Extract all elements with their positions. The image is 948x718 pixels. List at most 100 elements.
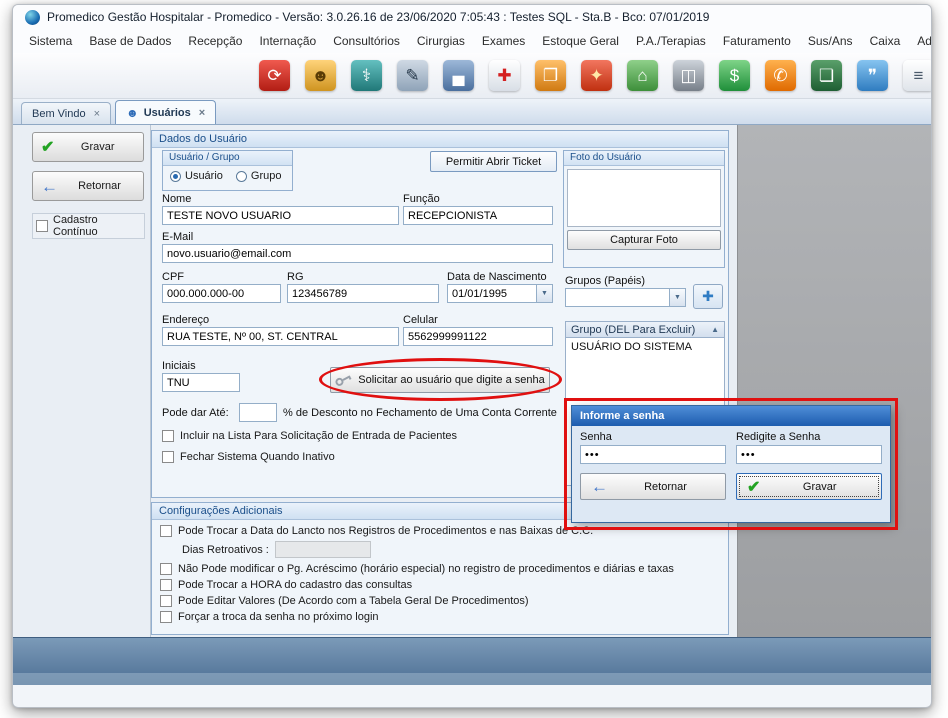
gravar-button-label: Gravar (60, 141, 135, 153)
tab-bar: Bem Vindo × ☻ Usuários × (13, 99, 931, 125)
menu-administracao[interactable]: Administra (917, 34, 932, 48)
retornar-button-label: Retornar (64, 180, 135, 192)
billing-icon[interactable]: $ (719, 60, 750, 91)
checkbox-icon[interactable] (160, 611, 172, 623)
permitir-abrir-ticket-button[interactable]: Permitir Abrir Ticket (430, 151, 557, 172)
funcao-label: Função (403, 193, 440, 205)
endereco-label: Endereço (162, 314, 209, 326)
radio-grupo[interactable]: Grupo (236, 170, 282, 182)
close-icon[interactable]: × (94, 108, 100, 120)
config-body: Pode Trocar a Data do Lancto nos Registr… (152, 520, 728, 623)
back-arrow-icon: ← (591, 478, 608, 495)
doctor-icon[interactable]: ⚕ (351, 60, 382, 91)
checkbox-icon[interactable] (162, 451, 174, 463)
grupos-list-header[interactable]: Grupo (DEL Para Excluir) ▲ (565, 321, 725, 338)
pharmacy-icon[interactable]: ⌂ (627, 60, 658, 91)
menu-sistema[interactable]: Sistema (29, 34, 72, 48)
mdi-backdrop (737, 125, 931, 637)
gravar-button[interactable]: ✔ Gravar (32, 132, 144, 162)
menu-base-de-dados[interactable]: Base de Dados (89, 34, 171, 48)
menu-exames[interactable]: Exames (482, 34, 525, 48)
checkbox-icon[interactable] (160, 525, 172, 537)
pode-editar-valores-checkbox[interactable]: Pode Editar Valores (De Acordo com a Tab… (160, 595, 720, 607)
checkbox-icon[interactable] (160, 563, 172, 575)
senha-input[interactable] (580, 445, 726, 464)
pode-trocar-data-checkbox[interactable]: Pode Trocar a Data do Lancto nos Registr… (160, 525, 720, 537)
usuario-grupo-radios: Usuário Grupo (163, 166, 292, 186)
celular-label: Celular (403, 314, 438, 326)
list-item[interactable]: USUÁRIO DO SISTEMA (566, 338, 724, 356)
rg-input[interactable] (287, 284, 439, 303)
menu-faturamento[interactable]: Faturamento (723, 34, 791, 48)
checkbox-icon[interactable] (36, 220, 48, 232)
fechar-sistema-checkbox[interactable]: Fechar Sistema Quando Inativo (162, 451, 335, 463)
add-grupo-button[interactable]: ✚ (693, 284, 723, 309)
close-icon[interactable]: × (199, 107, 205, 119)
nao-pode-modificar-pg-checkbox[interactable]: Não Pode modificar o Pg. Acréscimo (horá… (160, 563, 720, 575)
fechar-sistema-label: Fechar Sistema Quando Inativo (180, 451, 335, 463)
nome-input[interactable] (162, 206, 399, 225)
foto-preview (567, 169, 721, 227)
solicitar-senha-button[interactable]: Solicitar ao usuário que digite a senha (330, 367, 550, 393)
menu-estoque-geral[interactable]: Estoque Geral (542, 34, 619, 48)
dialog-retornar-label: Retornar (616, 481, 715, 493)
radio-icon (170, 171, 181, 182)
check-icon: ✔ (747, 477, 760, 497)
menu-pa-terapias[interactable]: P.A./Terapias (636, 34, 706, 48)
checkbox-icon[interactable] (160, 579, 172, 591)
senha-label: Senha (580, 431, 726, 443)
phone-icon[interactable]: ✆ (765, 60, 796, 91)
email-input[interactable] (162, 244, 553, 263)
radio-usuario[interactable]: Usuário (170, 170, 223, 182)
grupos-combo[interactable] (565, 288, 686, 307)
dados-usuario-header: Dados do Usuário (152, 131, 728, 148)
informe-senha-dialog: Informe a senha Senha Redigite a Senha ←… (571, 405, 891, 523)
tab-bem-vindo[interactable]: Bem Vindo × (21, 102, 111, 124)
solicitar-senha-label: Solicitar ao usuário que digite a senha (358, 374, 545, 386)
forcar-troca-senha-checkbox[interactable]: Forçar a troca da senha no próximo login (160, 611, 720, 623)
menu-sus-ans[interactable]: Sus/Ans (808, 34, 853, 48)
prescription-icon[interactable]: ✎ (397, 60, 428, 91)
pode-trocar-hora-checkbox[interactable]: Pode Trocar a HORA do cadastro das consu… (160, 579, 720, 591)
refresh-icon[interactable]: ⟳ (259, 60, 290, 91)
dialog-retornar-button[interactable]: ← Retornar (580, 473, 726, 500)
report-icon[interactable]: ≡ (903, 60, 932, 91)
patients-icon[interactable]: ☻ (305, 60, 336, 91)
toolbar: ⟳ ☻ ⚕ ✎ ▄ ✚ ❐ ✦ ⌂ ◫ $ ✆ ❏ ❞ ≡ (13, 53, 931, 99)
hospital-bed-icon[interactable]: ▄ (443, 60, 474, 91)
safe-icon[interactable]: ◫ (673, 60, 704, 91)
menu-consultorios[interactable]: Consultórios (333, 34, 400, 48)
exams-icon[interactable]: ❐ (535, 60, 566, 91)
chevron-down-icon[interactable]: ▼ (669, 289, 685, 306)
tab-usuarios[interactable]: ☻ Usuários × (115, 100, 216, 124)
checkbox-icon[interactable] (162, 430, 174, 442)
desconto-input[interactable] (239, 403, 277, 422)
ambulance-icon[interactable]: ✚ (489, 60, 520, 91)
redigite-senha-input[interactable] (736, 445, 882, 464)
menu-internacao[interactable]: Internação (259, 34, 316, 48)
menu-recepcao[interactable]: Recepção (188, 34, 242, 48)
dias-retroativos-input[interactable] (275, 541, 371, 558)
menu-bar: Sistema Base de Dados Recepção Internaçã… (13, 29, 931, 53)
menu-caixa[interactable]: Caixa (870, 34, 901, 48)
stock-icon[interactable]: ✦ (581, 60, 612, 91)
cpf-input[interactable] (162, 284, 281, 303)
iniciais-input[interactable] (162, 373, 240, 392)
capturar-foto-button[interactable]: Capturar Foto (567, 230, 721, 250)
dialog-gravar-button[interactable]: ✔ Gravar (736, 473, 882, 500)
endereco-input[interactable] (162, 327, 399, 346)
chat-icon[interactable]: ❞ (857, 60, 888, 91)
celular-input[interactable] (403, 327, 553, 346)
checkbox-icon[interactable] (160, 595, 172, 607)
funcao-input[interactable] (403, 206, 553, 225)
incluir-lista-checkbox[interactable]: Incluir na Lista Para Solicitação de Ent… (162, 430, 457, 442)
nascimento-label: Data de Nascimento (447, 271, 547, 283)
status-footer (13, 637, 931, 685)
retornar-button[interactable]: ← Retornar (32, 171, 144, 201)
users-icon: ☻ (126, 106, 139, 120)
pode-dar-ate-suffix: % de Desconto no Fechamento de Uma Conta… (283, 407, 557, 419)
chevron-down-icon[interactable]: ▼ (536, 285, 552, 302)
cadastro-continuo-checkbox[interactable]: Cadastro Contínuo (32, 213, 145, 239)
menu-cirurgias[interactable]: Cirurgias (417, 34, 465, 48)
ledger-icon[interactable]: ❏ (811, 60, 842, 91)
